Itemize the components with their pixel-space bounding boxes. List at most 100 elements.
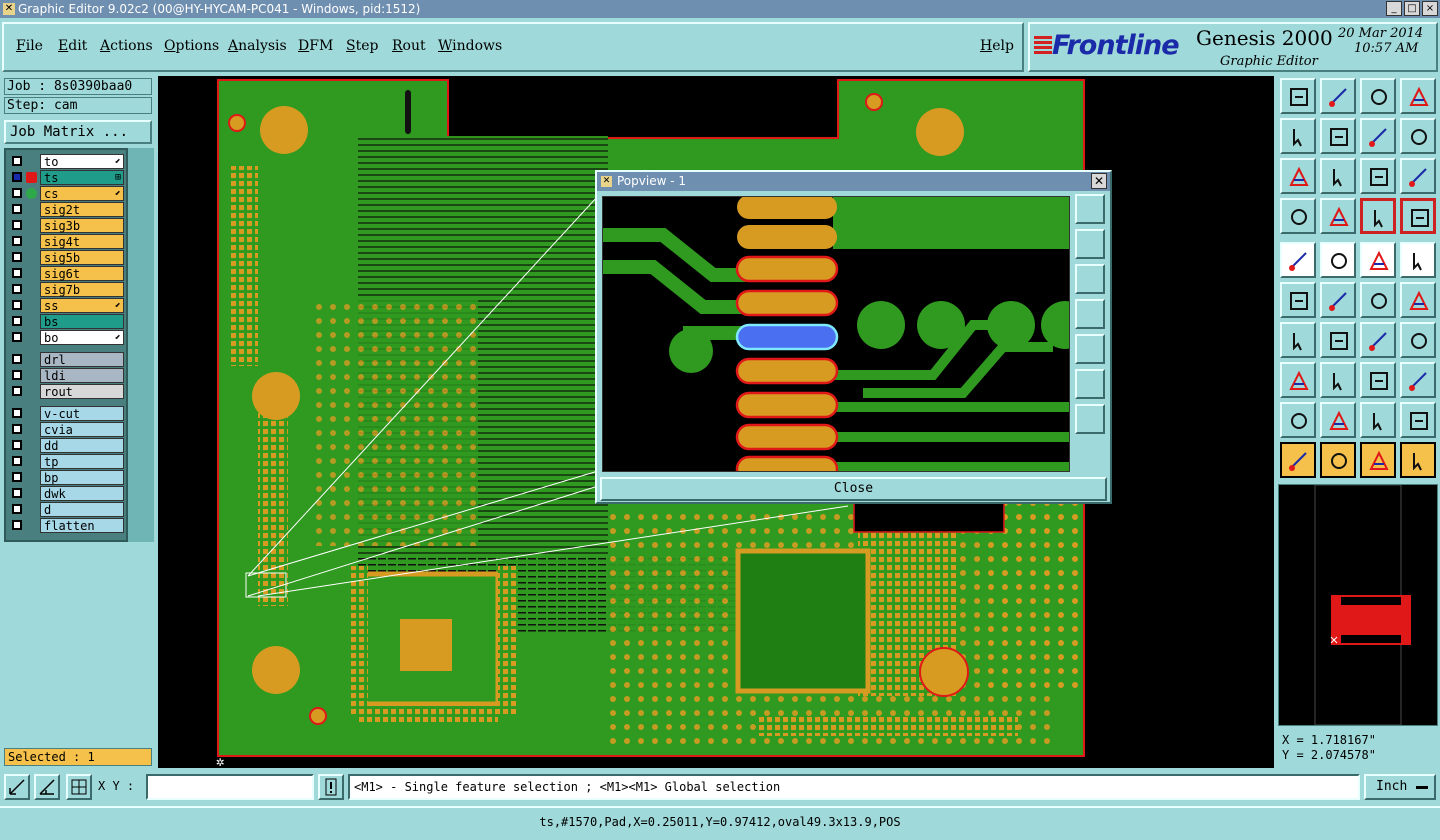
layer-name[interactable]: cvia <box>40 422 124 437</box>
popview-close-button[interactable]: Close <box>600 477 1107 501</box>
split-view-icon[interactable] <box>1400 78 1436 114</box>
trace-c-icon[interactable] <box>1400 402 1436 438</box>
angle-icon[interactable] <box>1280 322 1316 358</box>
connect-nodes-icon[interactable] <box>1280 282 1316 318</box>
layer-checkbox[interactable] <box>12 472 22 482</box>
triangle-icon[interactable] <box>1280 402 1316 438</box>
snap-icon[interactable] <box>1400 198 1436 234</box>
popview-pan-up-icon[interactable] <box>1075 229 1105 259</box>
arc-icon[interactable] <box>1360 322 1396 358</box>
layer-checkbox[interactable] <box>12 370 22 380</box>
layer-name[interactable]: v-cut <box>40 406 124 421</box>
menu-dfm[interactable]: DFM <box>298 38 333 54</box>
zoom-fit-icon[interactable] <box>4 774 30 800</box>
trace-b-icon[interactable] <box>1360 402 1396 438</box>
line-point-icon[interactable] <box>1400 282 1436 318</box>
popview-pan-left-icon[interactable] <box>1075 299 1105 329</box>
layer-checkbox[interactable] <box>12 332 22 342</box>
add-polygon-icon[interactable] <box>1320 242 1356 278</box>
zoom-fit-icon[interactable] <box>1280 158 1316 194</box>
xy-input[interactable] <box>146 774 314 800</box>
layer-name[interactable]: sig2t <box>40 202 124 217</box>
menu-step[interactable]: Step <box>346 38 378 54</box>
layer-row-dd[interactable]: dd <box>8 438 126 453</box>
scale-1to2-icon[interactable] <box>1360 158 1396 194</box>
layer-row-sig5b[interactable]: sig5b <box>8 250 126 265</box>
home-icon[interactable] <box>1360 78 1396 114</box>
pan-left-icon[interactable] <box>1280 118 1316 154</box>
layer-checkbox[interactable] <box>12 520 22 530</box>
ruler-icon[interactable] <box>1360 242 1396 278</box>
layer-row-sig2t[interactable]: sig2t <box>8 202 126 217</box>
layer-checkbox[interactable] <box>12 424 22 434</box>
net-select-icon[interactable] <box>1400 442 1436 478</box>
delete-node-icon[interactable] <box>1320 282 1356 318</box>
zoom-center-icon[interactable] <box>1320 158 1356 194</box>
menu-analysis[interactable]: Analysis <box>228 38 287 54</box>
redraw-icon[interactable] <box>1400 118 1436 154</box>
window-titlebar[interactable]: ✕ Graphic Editor 9.02c2 (00@HY-HYCAM-PC0… <box>0 0 1440 18</box>
popview-close-icon[interactable]: ✕ <box>1091 173 1107 189</box>
cut-line-icon[interactable] <box>1320 362 1356 398</box>
layer-row-rout[interactable]: rout <box>8 384 126 399</box>
measure-ruler-icon[interactable] <box>1280 198 1316 234</box>
popview-zoom-out-icon[interactable] <box>1075 404 1105 434</box>
layer-checkbox[interactable] <box>12 268 22 278</box>
measure-icon[interactable] <box>34 774 60 800</box>
layer-name[interactable]: drl <box>40 352 124 367</box>
popview-titlebar[interactable]: ✕ Popview - 1 ✕ <box>597 172 1110 191</box>
trace-a-icon[interactable] <box>1320 402 1356 438</box>
save-icon[interactable] <box>1320 78 1356 114</box>
layer-row-bo[interactable]: bo ⬋ <box>8 330 126 345</box>
undo-view-icon[interactable] <box>1360 118 1396 154</box>
layer-name[interactable]: ss ⬋ <box>40 298 124 313</box>
line-icon[interactable] <box>1320 322 1356 358</box>
layer-row-tp[interactable]: tp <box>8 454 126 469</box>
layer-name[interactable]: cs ⬋ <box>40 186 124 201</box>
layer-row-bs[interactable]: bs <box>8 314 126 329</box>
layer-checkbox[interactable] <box>12 300 22 310</box>
unit-selector[interactable]: Inch <box>1364 774 1436 800</box>
popview-zoom-box-icon[interactable] <box>1075 194 1105 224</box>
dimension-icon[interactable] <box>1360 362 1396 398</box>
popview-canvas[interactable] <box>602 196 1070 472</box>
layer-name[interactable]: sig4t <box>40 234 124 249</box>
layer-name[interactable]: dwk <box>40 486 124 501</box>
grid-icon[interactable] <box>1320 198 1356 234</box>
layer-row-sig6t[interactable]: sig6t <box>8 266 126 281</box>
menu-windows[interactable]: Windows <box>438 38 502 54</box>
layer-checkbox[interactable] <box>12 316 22 326</box>
layer-name[interactable]: bs <box>40 314 124 329</box>
layer-checkbox[interactable] <box>12 354 22 364</box>
layer-checkbox[interactable] <box>12 386 22 396</box>
popview-pan-right-icon[interactable] <box>1075 334 1105 364</box>
layer-checkbox[interactable] <box>12 488 22 498</box>
layer-row-sig7b[interactable]: sig7b <box>8 282 126 297</box>
layer-name[interactable]: sig3b <box>40 218 124 233</box>
menu-edit[interactable]: Edit <box>58 38 87 54</box>
layer-checkbox[interactable] <box>12 504 22 514</box>
select-arrow-icon[interactable] <box>1280 442 1316 478</box>
circle-pad-icon[interactable] <box>1400 242 1436 278</box>
layer-checkbox[interactable] <box>12 172 22 182</box>
layer-row-ss[interactable]: ss ⬋ <box>8 298 126 313</box>
select-mode-icon[interactable] <box>1360 442 1396 478</box>
layer-checkbox[interactable] <box>12 220 22 230</box>
overview-panel[interactable] <box>1278 484 1438 726</box>
maximize-button[interactable]: □ <box>1404 1 1420 16</box>
layer-row-sig3b[interactable]: sig3b <box>8 218 126 233</box>
layer-row-flatten[interactable]: flatten <box>8 518 126 533</box>
layer-checkbox[interactable] <box>12 252 22 262</box>
menu-help[interactable]: Help <box>980 38 1014 54</box>
grid-snap-icon[interactable] <box>66 774 92 800</box>
add-point-icon[interactable] <box>1360 282 1396 318</box>
popview-pan-down-icon[interactable] <box>1075 264 1105 294</box>
layer-name[interactable]: bp <box>40 470 124 485</box>
layer-name[interactable]: sig5b <box>40 250 124 265</box>
close-window-button[interactable]: × <box>1422 1 1438 16</box>
layer-checkbox[interactable] <box>12 440 22 450</box>
layer-checkbox[interactable] <box>12 408 22 418</box>
text-icon[interactable] <box>1400 322 1436 358</box>
layer-checkbox[interactable] <box>12 156 22 166</box>
menu-rout[interactable]: Rout <box>392 38 426 54</box>
